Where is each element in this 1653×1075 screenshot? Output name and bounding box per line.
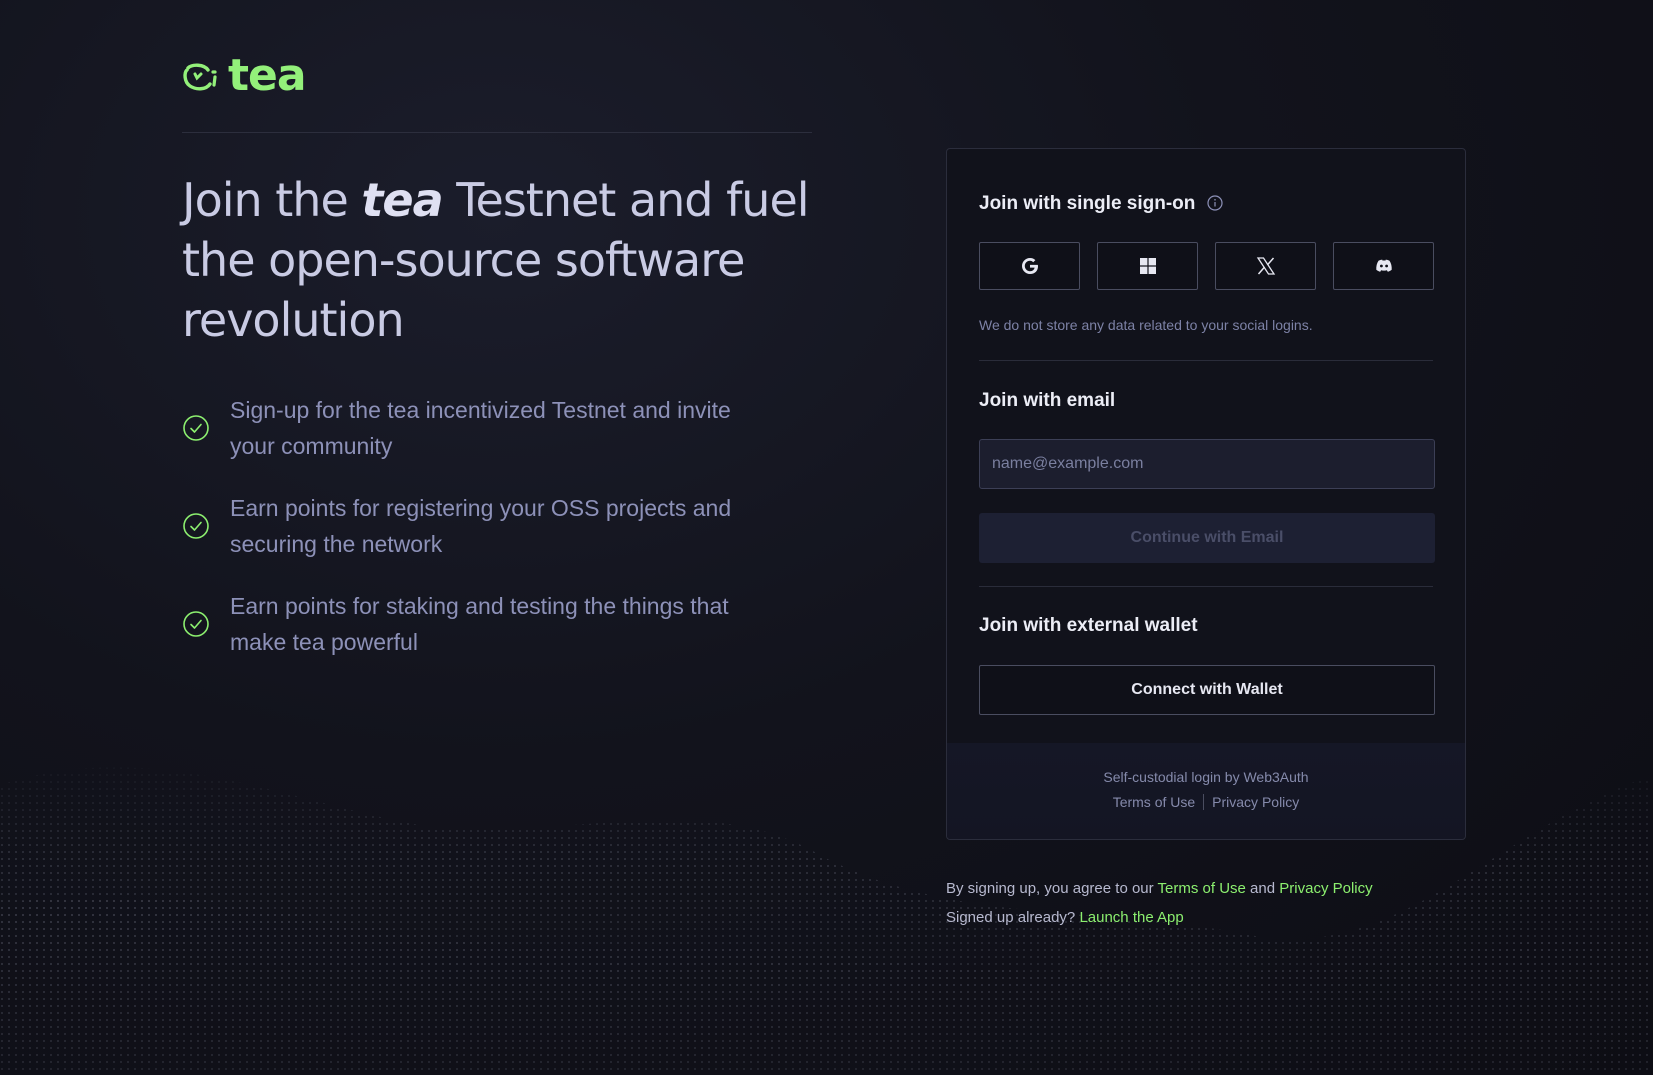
- list-item: Earn points for staking and testing the …: [182, 588, 742, 660]
- list-item: Earn points for registering your OSS pro…: [182, 490, 742, 562]
- section-divider: [979, 586, 1433, 587]
- card-footer: Self-custodial login by Web3Auth Terms o…: [947, 743, 1465, 839]
- legal-notice: By signing up, you agree to our Terms of…: [946, 874, 1373, 932]
- x-login-button[interactable]: [1215, 242, 1316, 290]
- discord-icon: [1375, 259, 1392, 272]
- connect-wallet-button[interactable]: Connect with Wallet: [979, 665, 1435, 715]
- page-title: Join the tea Testnet and fuel the open-s…: [182, 170, 822, 350]
- agreement-line: By signing up, you agree to our Terms of…: [946, 874, 1373, 903]
- agreement-text: By signing up, you agree to our: [946, 880, 1158, 897]
- card-footer-links: Terms of Use Privacy Policy: [947, 794, 1465, 810]
- brand-name: tea: [228, 50, 307, 101]
- feature-text: Earn points for registering your OSS pro…: [230, 495, 732, 557]
- feature-text: Earn points for staking and testing the …: [230, 593, 729, 655]
- google-icon: [1021, 258, 1038, 274]
- check-circle-icon: [183, 611, 209, 637]
- footer-privacy-link[interactable]: Privacy Policy: [1212, 794, 1299, 810]
- title-emphasis: tea: [361, 173, 443, 227]
- x-icon: [1256, 257, 1275, 275]
- windows-icon: [1139, 258, 1156, 274]
- sso-section-title: Join with single sign-on: [979, 193, 1223, 215]
- sso-privacy-note: We do not store any data related to your…: [979, 317, 1313, 333]
- wallet-section-title: Join with external wallet: [979, 615, 1198, 636]
- signed-up-line: Signed up already? Launch the App: [946, 903, 1373, 932]
- google-login-button[interactable]: [979, 242, 1080, 290]
- section-divider: [979, 360, 1433, 361]
- signed-up-text: Signed up already?: [946, 909, 1080, 926]
- sso-title-text: Join with single sign-on: [979, 193, 1196, 214]
- and-text: and: [1245, 880, 1280, 897]
- launch-app-link[interactable]: Launch the App: [1079, 909, 1183, 926]
- feature-text: Sign-up for the tea incentivized Testnet…: [230, 397, 731, 459]
- feature-list: Sign-up for the tea incentivized Testnet…: [182, 392, 742, 686]
- footer-terms-link[interactable]: Terms of Use: [1113, 794, 1195, 810]
- sso-provider-row: [979, 242, 1434, 290]
- tea-logo-icon: [183, 63, 217, 91]
- check-circle-icon: [183, 415, 209, 441]
- list-item: Sign-up for the tea incentivized Testnet…: [182, 392, 742, 464]
- discord-login-button[interactable]: [1333, 242, 1434, 290]
- windows-login-button[interactable]: [1097, 242, 1198, 290]
- email-field[interactable]: [979, 439, 1435, 489]
- signup-card: Join with single sign-on We do not store…: [946, 148, 1466, 840]
- tea-logo[interactable]: tea: [182, 50, 307, 101]
- email-section-title: Join with email: [979, 390, 1116, 411]
- web3auth-credit: Self-custodial login by Web3Auth: [1103, 769, 1309, 785]
- title-part-1: Join the: [182, 173, 362, 227]
- header-divider: [182, 132, 812, 133]
- footer-link-separator: [1203, 794, 1205, 810]
- check-circle-icon: [183, 513, 209, 539]
- info-icon[interactable]: [1207, 195, 1223, 211]
- privacy-link[interactable]: Privacy Policy: [1279, 880, 1372, 897]
- continue-with-email-button[interactable]: Continue with Email: [979, 513, 1435, 563]
- terms-link[interactable]: Terms of Use: [1158, 880, 1246, 897]
